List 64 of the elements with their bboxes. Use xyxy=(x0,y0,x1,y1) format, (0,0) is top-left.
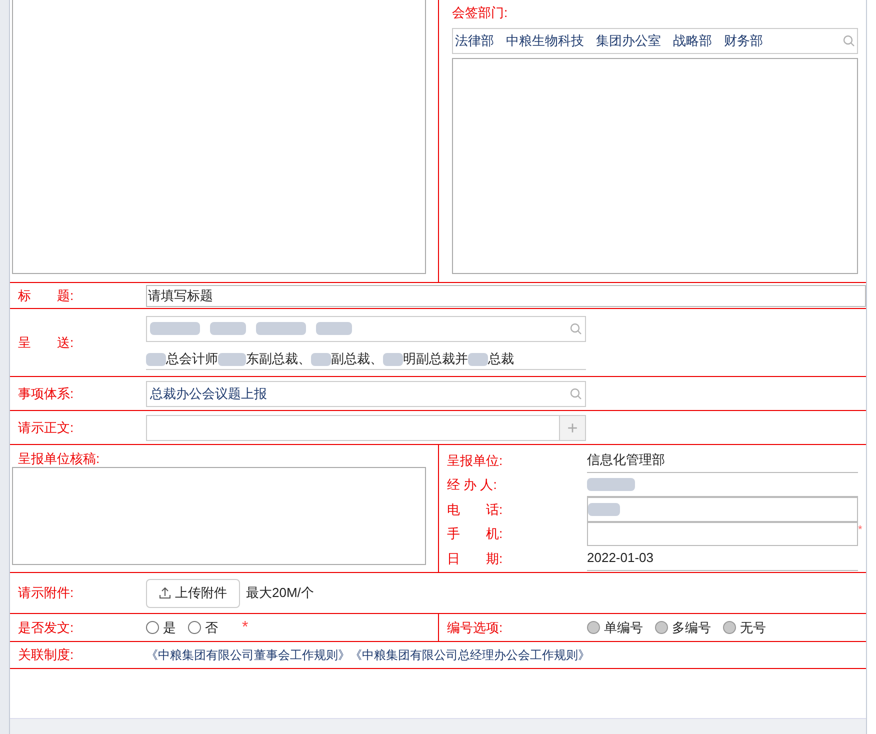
field-label: 请示正文: xyxy=(17,418,75,437)
recipient-text: 总裁 xyxy=(488,350,514,368)
redacted-block xyxy=(256,322,306,335)
required-mark: * xyxy=(858,522,864,538)
recipient-text: 总会计师 xyxy=(166,350,218,368)
field-label: 编号选项: xyxy=(447,618,504,637)
field-label: 经 办 人: xyxy=(447,476,498,494)
field-value: 信息化管理部 xyxy=(587,448,858,472)
upload-icon xyxy=(159,587,171,599)
department-tag: 中粮生物科技 xyxy=(506,31,584,51)
radio-option: 无号 xyxy=(723,618,766,638)
field-label: 是否发文: xyxy=(17,618,75,637)
search-field[interactable]: 总裁办公会议题上报 xyxy=(146,380,586,406)
department-tag: 财务部 xyxy=(724,31,763,51)
field-value: 2022-01-03 xyxy=(587,546,858,570)
search-icon xyxy=(843,35,855,47)
size-limit-text: 最大20M/个 xyxy=(246,584,314,602)
search-icon xyxy=(570,322,582,334)
redacted-block xyxy=(311,352,331,366)
text-area[interactable] xyxy=(452,58,858,274)
recipient-text: 明副总裁并 xyxy=(403,350,468,368)
search-field[interactable]: 法律部 中粮生物科技 集团办公室 战略部 财务部 xyxy=(452,28,858,54)
field-label: 呈报单位核稿: xyxy=(17,450,101,467)
radio-option: 单编号 xyxy=(587,618,643,638)
department-tag: 集团办公室 xyxy=(596,31,661,51)
field-label: 标 题: xyxy=(17,286,75,305)
redacted-block xyxy=(150,322,200,335)
text-input[interactable] xyxy=(587,497,858,522)
department-tag: 战略部 xyxy=(673,31,712,51)
field-label: 事项体系: xyxy=(17,384,75,403)
redacted-block xyxy=(468,352,488,366)
redacted-block xyxy=(146,352,166,366)
field-label: 请示附件: xyxy=(17,584,75,602)
field-value: 总裁办公会议题上报 xyxy=(150,384,267,403)
field-label: 呈报单位: xyxy=(447,452,504,470)
rule-link[interactable]: 《中粮集团有限公司董事会工作规则》 xyxy=(146,646,350,664)
required-mark: * xyxy=(242,618,248,638)
field-label: 关联制度: xyxy=(17,646,75,664)
department-tag: 法律部 xyxy=(455,31,494,51)
redacted-block xyxy=(383,352,403,366)
redacted-block xyxy=(218,352,246,366)
text-input[interactable] xyxy=(146,414,560,440)
field-label: 日 期: xyxy=(447,550,504,568)
recipient-text: 副总裁、 xyxy=(331,350,383,368)
search-icon xyxy=(570,388,582,400)
recipient-field[interactable] xyxy=(146,316,586,342)
text-input[interactable] xyxy=(587,522,858,546)
redacted-block xyxy=(587,478,635,491)
title-input[interactable]: 请填写标题 xyxy=(146,284,866,306)
field-label: 会签部门: xyxy=(452,4,509,22)
recipient-text: 东副总裁、 xyxy=(246,350,311,368)
field-label: 手 机: xyxy=(447,525,504,543)
field-label: 电 话: xyxy=(447,500,504,518)
upload-button[interactable]: 上传附件 xyxy=(146,578,240,608)
redacted-block xyxy=(588,502,620,516)
redacted-block xyxy=(210,322,246,335)
radio-option: 多编号 xyxy=(655,618,711,638)
radio-option[interactable]: 否 xyxy=(188,618,218,638)
radio-option[interactable]: 是 xyxy=(146,618,176,638)
text-area[interactable] xyxy=(12,467,426,565)
field-label: 呈 送: xyxy=(17,334,75,352)
rule-link[interactable]: 《中粮集团有限公司总经理办公会工作规则》 xyxy=(350,646,590,664)
redacted-block xyxy=(316,322,352,335)
text-area[interactable] xyxy=(12,0,426,274)
